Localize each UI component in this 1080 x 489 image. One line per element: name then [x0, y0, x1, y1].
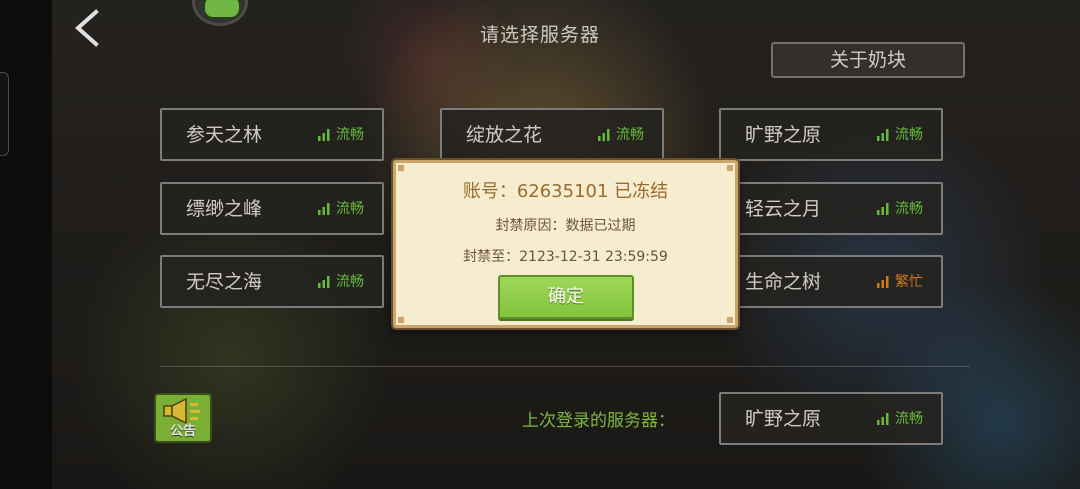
dialog-title: 账号：62635101 已冻结	[462, 181, 669, 202]
account-frozen-dialog: 账号：62635101 已冻结 封禁原因：数据已过期 封禁至：2123-12-3…	[393, 160, 738, 328]
ban-reason: 封禁原因：数据已过期	[495, 218, 636, 234]
dialog-corner	[727, 165, 733, 171]
dialog-corner	[727, 317, 733, 323]
confirm-button[interactable]: 确定	[498, 275, 634, 319]
ban-until: 封禁至：2123-12-31 23:59:59	[463, 249, 668, 265]
dialog-corner	[398, 165, 404, 171]
dialog-corner	[398, 317, 404, 323]
